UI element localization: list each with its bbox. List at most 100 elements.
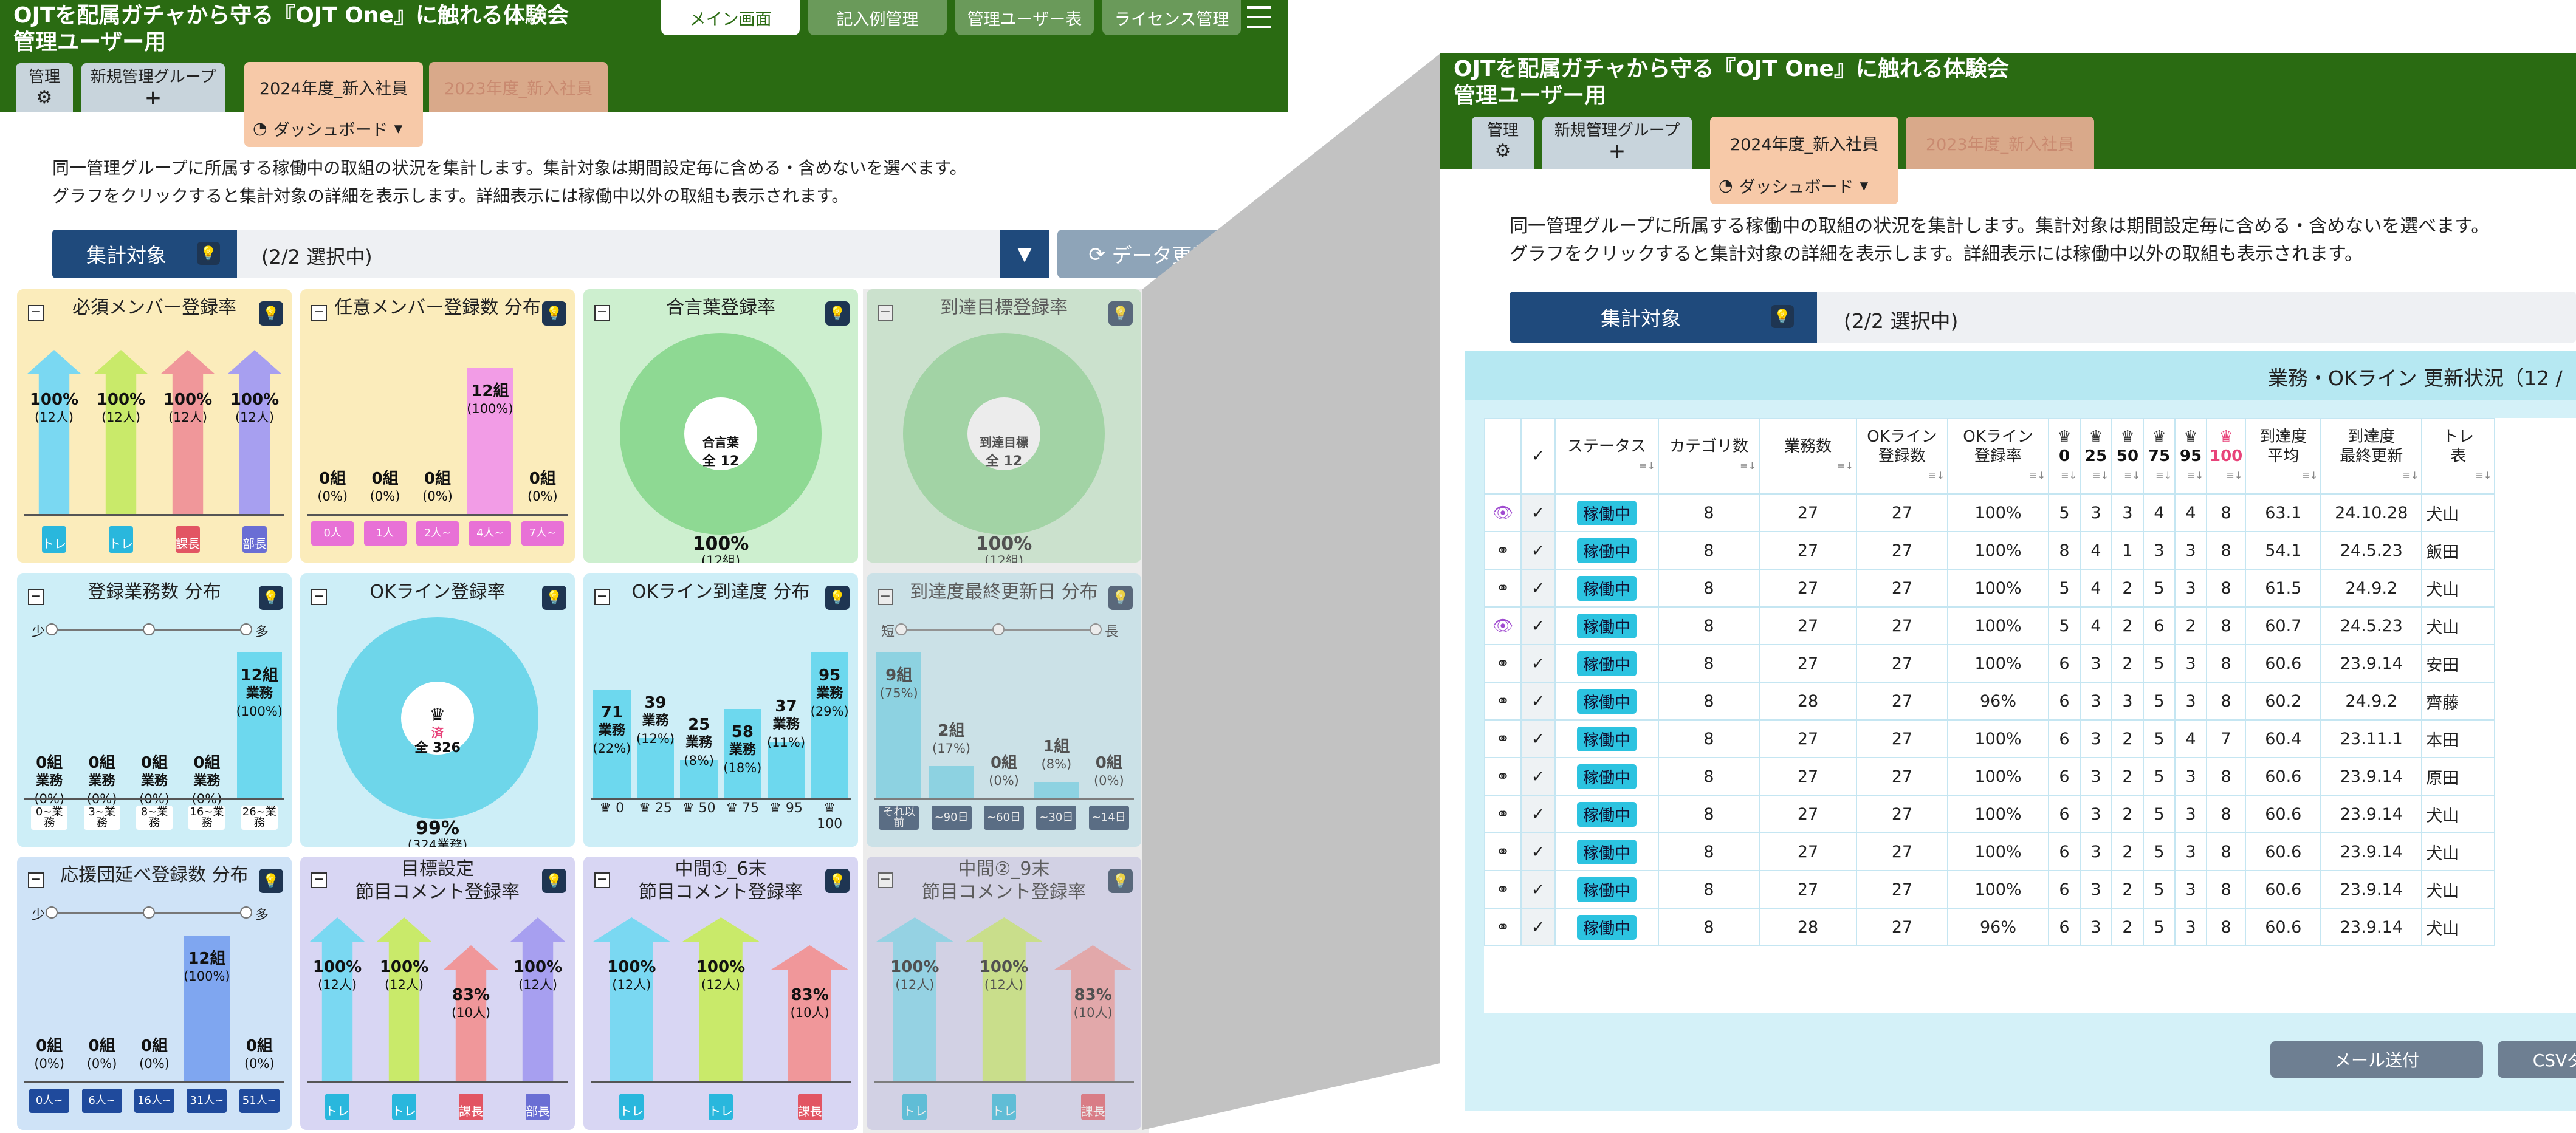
eye-icon[interactable]: 👁 xyxy=(1484,606,1522,645)
mail-button[interactable]: メール送付 xyxy=(2270,1041,2483,1078)
table-cell: 3 xyxy=(2080,757,2112,796)
table-cell: 4 xyxy=(2174,493,2207,532)
table-cell: 60.6 xyxy=(2245,757,2322,796)
column-header[interactable]: トレ表 ≡↓ xyxy=(2421,418,2496,495)
binoculars-icon[interactable]: ⚭ xyxy=(1484,908,1522,946)
table-row[interactable]: ⚭ ✓ 稼働中 8 28 27 96% 6 3 2 5 3 8 60.6 23.9.14 犬山 xyxy=(1484,908,2496,946)
column-header[interactable]: ステータス ≡↓ xyxy=(1554,418,1659,495)
column-header[interactable]: OKライン 登録数 ≡↓ xyxy=(1856,418,1948,495)
row-checkbox[interactable]: ✓ xyxy=(1520,606,1556,645)
row-checkbox[interactable]: ✓ xyxy=(1520,644,1556,683)
table-cell: 犬山 xyxy=(2421,606,2496,645)
binoculars-icon[interactable]: ⚭ xyxy=(1484,719,1522,758)
sort-icon: ≡↓ xyxy=(2301,470,2318,481)
column-header[interactable]: ♛ 75 ≡↓ xyxy=(2143,418,2176,495)
target-selector[interactable]: 集計対象 💡 (2/2 選択中) xyxy=(1510,292,2576,343)
status-badge: 稼働中 xyxy=(1576,914,1637,940)
panel-title: 業務・OKライン 更新状況（12 / xyxy=(1465,351,2576,400)
table-cell: 27 xyxy=(1856,493,1948,532)
table-cell: 3 xyxy=(2174,832,2207,871)
column-header[interactable]: ♛ 50 ≡↓ xyxy=(2111,418,2144,495)
table-cell: 27 xyxy=(1759,832,1857,871)
table-cell: 3 xyxy=(2080,870,2112,909)
table-row[interactable]: ⚭ ✓ 稼働中 8 27 27 100% 6 3 2 5 3 8 60.6 23.9.14 犬山 xyxy=(1484,795,2496,833)
table-cell: 3 xyxy=(2174,682,2207,721)
table-cell: 23.9.14 xyxy=(2320,795,2423,833)
table-row[interactable]: ⚭ ✓ 稼働中 8 28 27 96% 6 3 3 5 3 8 60.2 24.9.2 齊藤 xyxy=(1484,682,2496,721)
table-cell: 3 xyxy=(2174,569,2207,608)
column-header[interactable]: カテゴリ数 ≡↓ xyxy=(1658,418,1760,495)
binoculars-icon[interactable]: ⚭ xyxy=(1484,870,1522,909)
tab-2024[interactable]: 2024年度_新入社員 xyxy=(1710,117,1898,169)
binoculars-icon[interactable]: ⚭ xyxy=(1484,682,1522,721)
column-header[interactable]: 到達度 平均 ≡↓ xyxy=(2245,418,2322,495)
column-header[interactable]: ♛ 0 ≡↓ xyxy=(2048,418,2081,495)
table-cell: 27 xyxy=(1759,531,1857,570)
table-row[interactable]: ⚭ ✓ 稼働中 8 27 27 100% 6 3 2 5 3 8 60.6 23.9.14 安田 xyxy=(1484,644,2496,683)
table-cell: 原田 xyxy=(2421,757,2496,796)
column-header[interactable]: ♛ 95 ≡↓ xyxy=(2174,418,2207,495)
csv-button[interactable]: CSVダ xyxy=(2498,1041,2576,1078)
bulb-icon[interactable]: 💡 xyxy=(1771,305,1794,328)
binoculars-icon[interactable]: ⚭ xyxy=(1484,644,1522,683)
row-checkbox[interactable]: ✓ xyxy=(1520,757,1556,796)
table-cell: 24.5.23 xyxy=(2320,606,2423,645)
table-row[interactable]: ⚭ ✓ 稼働中 8 27 27 100% 6 3 2 5 3 8 60.6 23.9.14 犬山 xyxy=(1484,832,2496,871)
table-cell: 100% xyxy=(1947,493,2049,532)
table-row[interactable]: ⚭ ✓ 稼働中 8 27 27 100% 8 4 1 3 3 8 54.1 24.5.23 飯田 xyxy=(1484,531,2496,570)
column-header-label: ステータス xyxy=(1567,437,1646,456)
row-checkbox[interactable]: ✓ xyxy=(1520,569,1556,608)
dashboard-dropdown[interactable]: ◔ ダッシュボード ▾ xyxy=(1710,166,1898,204)
crown-icon: ♛ xyxy=(2120,428,2135,446)
row-checkbox[interactable]: ✓ xyxy=(1520,832,1556,871)
table-row[interactable]: ⚭ ✓ 稼働中 8 27 27 100% 5 4 2 5 3 8 61.5 24.9.2 犬山 xyxy=(1484,569,2496,608)
table-cell: 8 xyxy=(1658,832,1760,871)
sort-icon: ≡↓ xyxy=(1928,470,1945,481)
table-cell: 27 xyxy=(1856,757,1948,796)
table-row[interactable]: 👁 ✓ 稼働中 8 27 27 100% 5 4 2 6 2 8 60.7 24.5.23 犬山 xyxy=(1484,606,2496,645)
binoculars-icon[interactable]: ⚭ xyxy=(1484,832,1522,871)
table-row[interactable]: ⚭ ✓ 稼働中 8 27 27 100% 6 3 2 5 4 7 60.4 23.11.1 本田 xyxy=(1484,719,2496,758)
row-checkbox[interactable]: ✓ xyxy=(1520,719,1556,758)
table-cell: 稼働中 xyxy=(1554,908,1659,946)
column-header[interactable]: 到達度 最終更新 ≡↓ xyxy=(2320,418,2423,495)
table-row[interactable]: ⚭ ✓ 稼働中 8 27 27 100% 6 3 2 5 3 8 60.6 23.9.14 原田 xyxy=(1484,757,2496,796)
eye-icon[interactable]: 👁 xyxy=(1484,493,1522,532)
row-checkbox[interactable]: ✓ xyxy=(1520,531,1556,570)
binoculars-icon[interactable]: ⚭ xyxy=(1484,531,1522,570)
sort-icon: ≡↓ xyxy=(2029,470,2045,481)
column-header[interactable]: OKライン 登録率 ≡↓ xyxy=(1947,418,2049,495)
tab-new-group[interactable]: 新規管理グループ + xyxy=(1542,117,1692,169)
table-cell: 8 xyxy=(1658,795,1760,833)
binoculars-icon[interactable]: ⚭ xyxy=(1484,569,1522,608)
status-badge: 稼働中 xyxy=(1576,613,1637,638)
table-cell: 1 xyxy=(2111,531,2144,570)
row-checkbox[interactable]: ✓ xyxy=(1520,908,1556,946)
binoculars-icon[interactable]: ⚭ xyxy=(1484,757,1522,796)
table-cell: 23.9.14 xyxy=(2320,908,2423,946)
column-header[interactable]: ♛ 25 ≡↓ xyxy=(2080,418,2112,495)
table-cell: 犬山 xyxy=(2421,493,2496,532)
table-row[interactable]: 👁 ✓ 稼働中 8 27 27 100% 5 3 3 4 4 8 63.1 24.10.28 犬山 xyxy=(1484,493,2496,532)
table-cell: 27 xyxy=(1856,908,1948,946)
sort-icon: ≡↓ xyxy=(1837,460,1853,471)
table-cell: 60.7 xyxy=(2245,606,2322,645)
sort-icon: ≡↓ xyxy=(2402,470,2419,481)
table-row[interactable]: ⚭ ✓ 稼働中 8 27 27 100% 6 3 2 5 3 8 60.6 23.9.14 犬山 xyxy=(1484,870,2496,909)
tab-kanri[interactable]: 管理 ⚙ xyxy=(1472,117,1534,169)
table-cell: 100% xyxy=(1947,832,2049,871)
table-cell: 4 xyxy=(2174,719,2207,758)
column-header[interactable]: ♛ 100 ≡↓ xyxy=(2205,418,2247,495)
table-cell: 100% xyxy=(1947,531,2049,570)
table-cell: 27 xyxy=(1856,682,1948,721)
table-cell: 60.6 xyxy=(2245,795,2322,833)
row-checkbox[interactable]: ✓ xyxy=(1520,795,1556,833)
tab-2023[interactable]: 2023年度_新入社員 xyxy=(1906,117,2094,169)
binoculars-icon[interactable]: ⚭ xyxy=(1484,795,1522,833)
row-checkbox[interactable]: ✓ xyxy=(1520,870,1556,909)
row-checkbox[interactable]: ✓ xyxy=(1520,493,1556,532)
column-header[interactable]: 業務数 ≡↓ xyxy=(1759,418,1857,495)
table-cell: 飯田 xyxy=(2421,531,2496,570)
table-cell: 8 xyxy=(2205,757,2247,796)
row-checkbox[interactable]: ✓ xyxy=(1520,682,1556,721)
